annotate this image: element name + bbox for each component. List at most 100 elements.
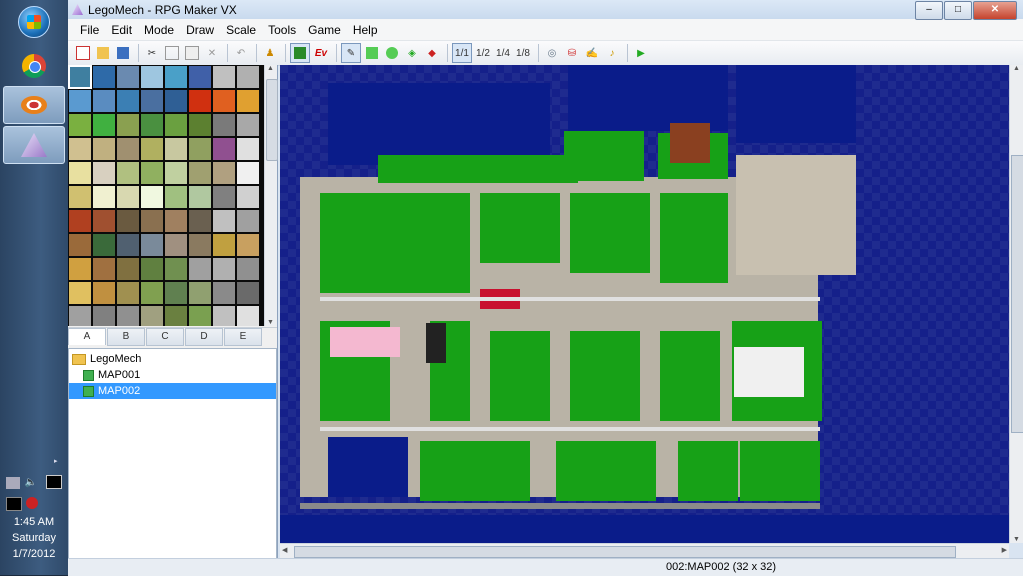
undo-button[interactable]: ↶ — [232, 44, 250, 62]
tile-swatch — [117, 90, 139, 112]
clock-day: Saturday — [11, 532, 57, 544]
ccleaner-icon[interactable] — [26, 497, 38, 509]
tile-swatch — [69, 114, 91, 136]
clock-time[interactable]: 1:45 AM — [0, 516, 68, 528]
menu-file[interactable]: File — [74, 23, 105, 37]
tile-swatch — [237, 66, 259, 88]
tile-swatch — [69, 210, 91, 232]
tab-b[interactable]: B — [107, 328, 145, 346]
menu-help[interactable]: Help — [347, 23, 384, 37]
windows-logo-icon — [18, 6, 50, 38]
scroll-down-icon[interactable]: ▼ — [1013, 536, 1020, 543]
database-icon: ◎ — [547, 47, 557, 59]
map-icon — [83, 369, 94, 381]
tileset-scrollbar[interactable]: ▲ ▼ — [264, 65, 278, 326]
menu-mode[interactable]: Mode — [138, 23, 180, 37]
pencil-button[interactable]: ✎ — [341, 43, 361, 63]
tab-c[interactable]: C — [146, 328, 184, 346]
tile-swatch — [165, 162, 187, 184]
delete-button[interactable]: ✕ — [203, 44, 221, 62]
tile-swatch — [93, 306, 115, 326]
tile-swatch — [189, 90, 211, 112]
copy-button[interactable] — [163, 44, 181, 62]
scroll-right-icon[interactable]: ▶ — [1002, 546, 1007, 554]
character-button[interactable]: ♟ — [261, 44, 279, 62]
scrollbar-thumb[interactable] — [1011, 155, 1023, 433]
monitor-icon[interactable] — [46, 475, 62, 489]
scrollbar-thumb[interactable] — [294, 546, 956, 558]
scroll-up-icon[interactable]: ▲ — [1013, 65, 1020, 72]
map-horizontal-scrollbar[interactable]: ◀ ▶ — [280, 543, 1009, 558]
open-project-button[interactable] — [94, 44, 112, 62]
map-mode-button[interactable] — [290, 43, 310, 63]
scale-1-2-button[interactable]: 1/2 — [474, 44, 492, 62]
scroll-down-icon[interactable]: ▼ — [267, 319, 274, 326]
tile-swatch — [69, 138, 91, 160]
network-icon[interactable] — [6, 477, 20, 489]
scroll-left-icon[interactable]: ◀ — [282, 546, 287, 554]
tab-d[interactable]: D — [185, 328, 223, 346]
save-project-button[interactable] — [114, 44, 132, 62]
scale-1-8-button[interactable]: 1/8 — [514, 44, 532, 62]
tile-swatch — [69, 234, 91, 256]
tileset-palette[interactable] — [68, 65, 264, 326]
tile-swatch — [189, 306, 211, 326]
tab-a[interactable]: A — [68, 328, 106, 345]
new-project-button[interactable] — [74, 44, 92, 62]
menu-edit[interactable]: Edit — [105, 23, 138, 37]
tile-swatch — [189, 138, 211, 160]
event-mode-button[interactable]: Ev — [312, 44, 330, 62]
map-canvas[interactable] — [280, 65, 1023, 543]
scrollbar-thumb[interactable] — [266, 79, 278, 161]
map-status: 002:MAP002 (32 x 32) — [666, 561, 777, 573]
ellipse-button[interactable] — [383, 44, 401, 62]
script-editor-button[interactable]: ✍ — [583, 44, 601, 62]
tile-swatch — [141, 210, 163, 232]
scale-1-1-button[interactable]: 1/1 — [452, 43, 472, 63]
save-icon — [117, 47, 129, 59]
tile-swatch — [165, 138, 187, 160]
menu-draw[interactable]: Draw — [180, 23, 220, 37]
playtest-button[interactable]: ▶ — [632, 44, 650, 62]
start-button[interactable] — [3, 4, 65, 40]
taskbar-rpgmaker-button[interactable] — [3, 126, 65, 164]
menu-scale[interactable]: Scale — [220, 23, 262, 37]
tab-e[interactable]: E — [224, 328, 262, 346]
tile-swatch — [141, 66, 163, 88]
tile-swatch — [165, 282, 187, 304]
tile-swatch — [237, 162, 259, 184]
scale-1-4-button[interactable]: 1/4 — [494, 44, 512, 62]
map-vertical-scrollbar[interactable]: ▲ ▼ — [1009, 65, 1023, 543]
sound-test-button[interactable]: ♪ — [603, 44, 621, 62]
close-button[interactable]: ✕ — [973, 1, 1017, 20]
database-button[interactable]: ◎ — [543, 44, 561, 62]
tile-swatch — [237, 138, 259, 160]
tree-map-item[interactable]: MAP001 — [69, 367, 276, 383]
tree-map-label: MAP001 — [98, 369, 141, 381]
app-icon — [72, 4, 83, 15]
toolbar-separator — [256, 44, 257, 62]
scroll-up-icon[interactable]: ▲ — [267, 65, 274, 72]
minimize-button[interactable]: – — [915, 1, 943, 20]
tile-swatch — [93, 186, 115, 208]
paste-button[interactable] — [183, 44, 201, 62]
cut-button[interactable]: ✂ — [143, 44, 161, 62]
maximize-button[interactable]: □ — [944, 1, 972, 20]
taskbar-chrome-button[interactable] — [3, 48, 65, 84]
tree-root[interactable]: LegoMech — [69, 351, 276, 367]
shadow-pen-button[interactable]: ◆ — [423, 44, 441, 62]
rectangle-button[interactable] — [363, 44, 381, 62]
chrome-icon — [22, 54, 46, 78]
tile-swatch — [189, 114, 211, 136]
fill-button[interactable]: ◈ — [403, 44, 421, 62]
tile-swatch — [165, 234, 187, 256]
menu-tools[interactable]: Tools — [262, 23, 302, 37]
tray-app-icon[interactable] — [6, 497, 22, 511]
taskbar-app-button[interactable] — [3, 86, 65, 124]
tree-map-item-selected[interactable]: MAP002 — [69, 383, 276, 399]
volume-icon[interactable]: 🔈 — [24, 477, 38, 489]
materialbase-button[interactable]: ⛁ — [563, 44, 581, 62]
show-hidden-icons[interactable]: ▸ — [54, 457, 58, 465]
menu-game[interactable]: Game — [302, 23, 347, 37]
tile-swatch — [213, 306, 235, 326]
